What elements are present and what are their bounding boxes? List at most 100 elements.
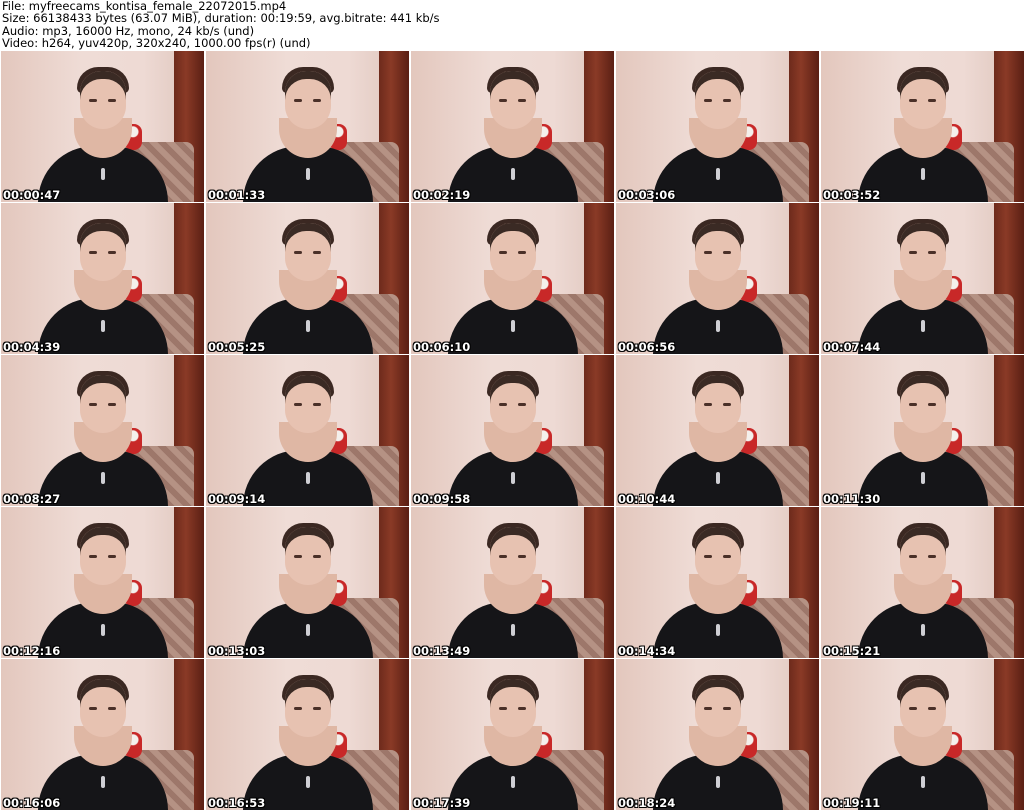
frame-eye [909, 555, 917, 558]
frame-pendant [510, 168, 515, 180]
frame-eye [909, 251, 917, 254]
video-thumbnail: 00:15:21 [821, 507, 1024, 658]
video-thumbnail: 00:17:39 [411, 659, 614, 810]
frame-head [79, 679, 126, 737]
frame-head [284, 527, 331, 585]
video-thumbnail: 00:00:47 [1, 51, 204, 202]
thumbnail-timestamp: 00:06:56 [618, 340, 676, 354]
frame-eye [704, 403, 712, 406]
frame-eye [928, 251, 936, 254]
frame-pendant [920, 320, 925, 332]
frame-pendant [100, 320, 105, 332]
frame-eye [108, 99, 116, 102]
thumbnail-timestamp: 00:01:33 [208, 188, 266, 202]
frame-head [694, 375, 741, 433]
frame-eye [928, 707, 936, 710]
frame-pendant [305, 624, 310, 636]
video-thumbnail: 00:16:06 [1, 659, 204, 810]
frame-eye [499, 555, 507, 558]
frame-eye [294, 555, 302, 558]
frame-eye [313, 99, 321, 102]
frame-head [284, 375, 331, 433]
frame-eye [89, 99, 97, 102]
frame-eye [909, 707, 917, 710]
frame-pendant [510, 624, 515, 636]
video-line: Video: h264, yuv420p, 320x240, 1000.00 f… [2, 36, 311, 51]
frame-eye [313, 251, 321, 254]
thumbnail-timestamp: 00:14:34 [618, 644, 676, 658]
thumbnail-timestamp: 00:12:16 [3, 644, 61, 658]
video-info-header: File: myfreecams_kontisa_female_22072015… [2, 0, 1022, 50]
frame-eye [518, 99, 526, 102]
video-thumbnail: 00:06:10 [411, 203, 614, 354]
frame-eye [108, 555, 116, 558]
frame-eye [294, 99, 302, 102]
frame-head [694, 679, 741, 737]
frame-pendant [305, 320, 310, 332]
frame-eye [89, 707, 97, 710]
video-thumbnail: 00:16:53 [206, 659, 409, 810]
thumbnail-timestamp: 00:10:44 [618, 492, 676, 506]
video-thumbnail: 00:13:49 [411, 507, 614, 658]
frame-eye [723, 251, 731, 254]
video-thumbnail: 00:19:11 [821, 659, 1024, 810]
frame-head [694, 223, 741, 281]
thumbnail-timestamp: 00:16:53 [208, 796, 266, 810]
thumbnail-timestamp: 00:02:19 [413, 188, 471, 202]
frame-pendant [510, 776, 515, 788]
frame-head [899, 223, 946, 281]
frame-head [284, 223, 331, 281]
frame-pendant [305, 776, 310, 788]
thumbnail-timestamp: 00:00:47 [3, 188, 61, 202]
frame-pendant [305, 168, 310, 180]
video-thumbnail: 00:18:24 [616, 659, 819, 810]
frame-eye [723, 99, 731, 102]
thumbnail-timestamp: 00:05:25 [208, 340, 266, 354]
thumbnail-grid: 00:00:47 00:01:33 00:02:19 00:03:06 00:03:52… [0, 51, 1024, 811]
frame-eye [518, 251, 526, 254]
frame-eye [723, 707, 731, 710]
video-thumbnail: 00:12:16 [1, 507, 204, 658]
frame-pendant [715, 320, 720, 332]
thumbnail-timestamp: 00:04:39 [3, 340, 61, 354]
thumbnail-timestamp: 00:07:44 [823, 340, 881, 354]
frame-head [79, 223, 126, 281]
frame-eye [499, 707, 507, 710]
frame-eye [518, 707, 526, 710]
frame-head [79, 71, 126, 129]
video-thumbnail: 00:05:25 [206, 203, 409, 354]
frame-head [79, 527, 126, 585]
video-thumbnail: 00:04:39 [1, 203, 204, 354]
frame-pendant [715, 168, 720, 180]
frame-head [899, 71, 946, 129]
video-thumbnail: 00:02:19 [411, 51, 614, 202]
thumbnail-timestamp: 00:17:39 [413, 796, 471, 810]
video-thumbnail: 00:14:34 [616, 507, 819, 658]
frame-pendant [100, 472, 105, 484]
video-thumbnail: 00:06:56 [616, 203, 819, 354]
frame-head [899, 375, 946, 433]
frame-pendant [920, 624, 925, 636]
frame-eye [928, 403, 936, 406]
size-line: Size: 66138433 bytes (63.07 MiB), durati… [2, 11, 440, 26]
thumbnail-timestamp: 00:13:03 [208, 644, 266, 658]
video-thumbnail: 00:09:58 [411, 355, 614, 506]
frame-eye [704, 99, 712, 102]
frame-pendant [100, 624, 105, 636]
video-thumbnail: 00:07:44 [821, 203, 1024, 354]
thumbnail-timestamp: 00:03:52 [823, 188, 881, 202]
thumbnail-timestamp: 00:15:21 [823, 644, 881, 658]
frame-eye [928, 555, 936, 558]
frame-eye [294, 251, 302, 254]
frame-head [489, 679, 536, 737]
video-thumbnail: 00:01:33 [206, 51, 409, 202]
frame-head [489, 527, 536, 585]
frame-head [694, 71, 741, 129]
thumbnail-timestamp: 00:09:14 [208, 492, 266, 506]
frame-head [489, 223, 536, 281]
frame-eye [108, 707, 116, 710]
video-thumbnail: 00:10:44 [616, 355, 819, 506]
frame-head [694, 527, 741, 585]
frame-eye [313, 403, 321, 406]
frame-eye [108, 403, 116, 406]
